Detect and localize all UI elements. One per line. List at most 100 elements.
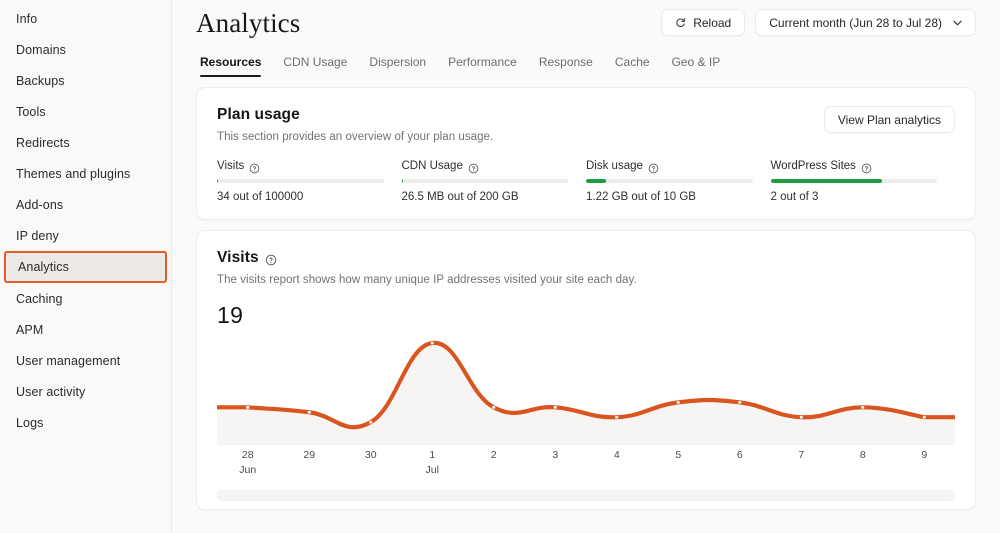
metric-visits: Visits 34 out of 100000 xyxy=(217,160,402,203)
chart-data-point[interactable] xyxy=(369,420,373,424)
sidebar-item-label: IP deny xyxy=(16,229,59,243)
plan-usage-card: Plan usage This section provides an over… xyxy=(196,87,976,220)
chart-data-point[interactable] xyxy=(492,406,496,409)
x-axis-tick-day: 29 xyxy=(303,449,316,461)
tab-geo-ip[interactable]: Geo & IP xyxy=(672,55,721,77)
x-axis-tick: 9 xyxy=(894,448,956,478)
x-axis-tick: 4 xyxy=(586,448,648,478)
sidebar: Info Domains Backups Tools Redirects Themes a… xyxy=(0,0,172,533)
chart-data-point[interactable] xyxy=(738,401,742,404)
info-icon[interactable] xyxy=(468,161,479,173)
x-axis-tick-day: 7 xyxy=(798,449,805,461)
view-plan-analytics-label: View Plan analytics xyxy=(837,112,941,127)
metric-wordpress-sites: WordPress Sites 2 out of 3 xyxy=(770,160,956,203)
sidebar-item-themes-and-plugins[interactable]: Themes and plugins xyxy=(0,159,171,189)
sidebar-item-label: Add-ons xyxy=(16,198,64,212)
metric-progress-fill xyxy=(586,179,607,183)
sidebar-item-redirects[interactable]: Redirects xyxy=(0,128,171,158)
metric-label-row: Disk usage xyxy=(586,160,753,173)
metric-value: 2 out of 3 xyxy=(770,191,819,203)
chart-data-point[interactable] xyxy=(799,415,803,419)
sidebar-item-add-ons[interactable]: Add-ons xyxy=(0,190,171,220)
x-axis-tick: 29 xyxy=(279,448,341,478)
sidebar-item-user-management[interactable]: User management xyxy=(0,346,171,376)
tab-cache[interactable]: Cache xyxy=(615,55,650,77)
metric-progress-bar xyxy=(770,179,937,183)
plan-usage-metrics: Visits 34 out of 100000 CDN Usage 26.5 MB o… xyxy=(217,160,955,203)
info-icon[interactable] xyxy=(648,161,659,173)
sidebar-item-label: Analytics xyxy=(18,260,69,274)
metric-value: 34 out of 100000 xyxy=(217,191,304,203)
x-axis-tick: 5 xyxy=(648,448,710,478)
visits-title: Visits xyxy=(217,249,259,266)
chart-data-point[interactable] xyxy=(861,406,865,409)
sidebar-item-caching[interactable]: Caching xyxy=(0,284,171,314)
view-plan-analytics-button[interactable]: View Plan analytics xyxy=(823,106,955,133)
metric-progress-bar xyxy=(401,179,568,183)
metric-progress-fill xyxy=(217,179,219,183)
plan-usage-header: Plan usage This section provides an over… xyxy=(217,106,955,143)
tab-resources[interactable]: Resources xyxy=(200,55,262,77)
reload-button[interactable]: Reload xyxy=(661,9,746,36)
x-axis-tick: 8 xyxy=(832,448,894,478)
chart-data-point[interactable] xyxy=(430,341,434,345)
chart-data-point[interactable] xyxy=(246,406,250,409)
tab-bar: Resources CDN Usage Dispersion Performance R… xyxy=(196,55,976,77)
x-axis-tick-day: 9 xyxy=(921,449,928,461)
visits-card: Visits The visits report shows how many … xyxy=(196,230,976,510)
metric-progress-bar xyxy=(217,179,384,183)
sidebar-item-label: Caching xyxy=(16,292,63,306)
metric-label-row: Visits xyxy=(217,160,384,173)
info-icon[interactable] xyxy=(265,253,276,265)
sidebar-item-ip-deny[interactable]: IP deny xyxy=(0,221,171,251)
chart-horizontal-scrollbar[interactable] xyxy=(217,490,955,501)
metric-disk-usage: Disk usage 1.22 GB out of 10 GB xyxy=(586,160,771,203)
x-axis-tick-month: Jun xyxy=(239,464,257,476)
chart-data-point[interactable] xyxy=(307,410,311,414)
metric-value: 26.5 MB out of 200 GB xyxy=(401,191,519,203)
chart-data-point[interactable] xyxy=(615,415,619,419)
chart-data-points xyxy=(246,341,926,424)
date-range-label: Current month (Jun 28 to Jul 28) xyxy=(769,15,942,30)
sidebar-item-label: Logs xyxy=(16,416,44,430)
x-axis-tick-day: 30 xyxy=(364,449,377,461)
tab-cdn-usage[interactable]: CDN Usage xyxy=(283,55,347,77)
info-icon[interactable] xyxy=(249,161,260,173)
visits-header: Visits xyxy=(217,249,955,267)
sidebar-item-label: Backups xyxy=(16,74,65,88)
chart-data-point[interactable] xyxy=(553,406,557,409)
x-axis-tick-day: 5 xyxy=(675,449,682,461)
tab-dispersion[interactable]: Dispersion xyxy=(369,55,426,77)
tab-response[interactable]: Response xyxy=(539,55,593,77)
reload-icon xyxy=(675,17,686,28)
chart-data-point[interactable] xyxy=(922,415,926,419)
x-axis-tick-day: 1 xyxy=(429,449,436,461)
sidebar-item-tools[interactable]: Tools xyxy=(0,97,171,127)
metric-label: CDN Usage xyxy=(401,160,463,172)
metric-value: 1.22 GB out of 10 GB xyxy=(586,191,696,203)
sidebar-item-domains[interactable]: Domains xyxy=(0,35,171,65)
page-title: Analytics xyxy=(196,8,301,38)
sidebar-item-info[interactable]: Info xyxy=(0,4,171,34)
visits-subtitle: The visits report shows how many unique … xyxy=(217,274,637,286)
sidebar-item-backups[interactable]: Backups xyxy=(0,66,171,96)
tab-performance[interactable]: Performance xyxy=(448,55,517,77)
sidebar-item-user-activity[interactable]: User activity xyxy=(0,377,171,407)
x-axis-tick: 2 xyxy=(463,448,525,478)
chart-data-point[interactable] xyxy=(676,401,680,404)
date-range-selector[interactable]: Current month (Jun 28 to Jul 28) xyxy=(755,9,976,36)
chevron-down-icon xyxy=(953,20,962,26)
sidebar-item-label: Info xyxy=(16,12,38,26)
info-icon[interactable] xyxy=(861,161,872,173)
visits-chart xyxy=(217,335,955,445)
x-axis-tick-day: 6 xyxy=(736,449,743,461)
x-axis-tick: 28 Jun xyxy=(217,448,279,478)
x-axis-tick-day: 28 xyxy=(241,449,254,461)
sidebar-item-apm[interactable]: APM xyxy=(0,315,171,345)
sidebar-item-logs[interactable]: Logs xyxy=(0,408,171,438)
metric-label: Disk usage xyxy=(586,160,643,172)
sidebar-item-analytics[interactable]: Analytics xyxy=(4,251,167,283)
x-axis-tick: 3 xyxy=(525,448,587,478)
metric-progress-bar xyxy=(586,179,753,183)
plan-usage-subtitle: This section provides an overview of you… xyxy=(217,131,494,143)
